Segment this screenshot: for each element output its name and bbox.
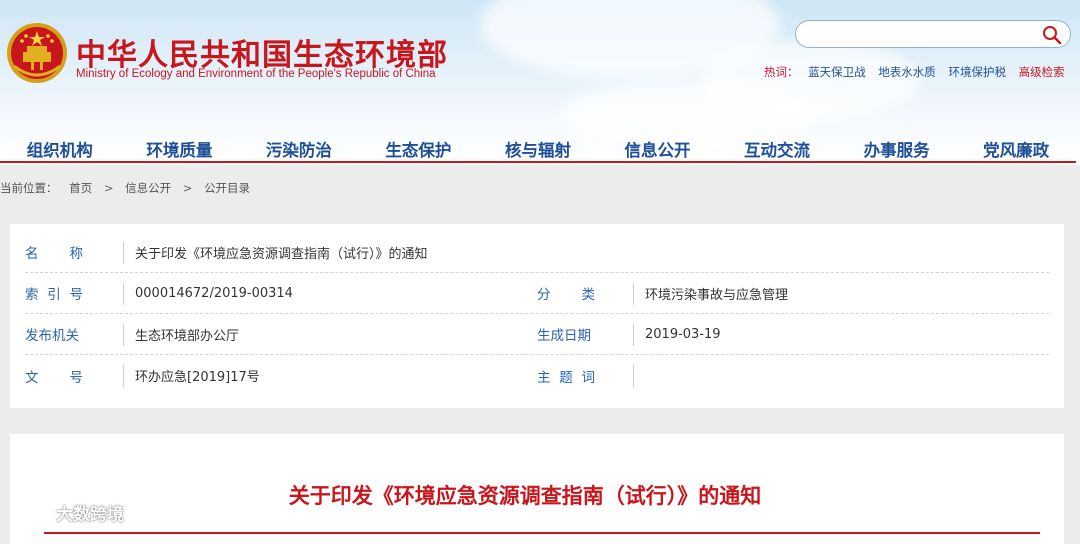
breadcrumb-separator: > bbox=[103, 181, 114, 195]
article-panel: 关于印发《环境应急资源调查指南（试行）》的通知 bbox=[10, 434, 1064, 544]
meta-value-date: 2019-03-19 bbox=[645, 326, 721, 342]
article-title-underline bbox=[44, 532, 1040, 534]
nav-item-pollution-control[interactable]: 污染防治 bbox=[266, 137, 332, 161]
nav-item-nuclear-radiation[interactable]: 核与辐射 bbox=[505, 137, 571, 161]
meta-value-name: 关于印发《环境应急资源调查指南（试行）》的通知 bbox=[135, 246, 428, 262]
meta-value-index: 000014672/2019-00314 bbox=[135, 285, 293, 301]
divider bbox=[633, 283, 634, 305]
search-input[interactable] bbox=[808, 24, 1040, 46]
hotwords-label: 热词： bbox=[764, 65, 799, 79]
meta-value-issuer: 生态环境部办公厅 bbox=[135, 328, 240, 344]
watermark-logo-icon bbox=[9, 503, 45, 522]
divider bbox=[123, 283, 124, 305]
nav-item-services[interactable]: 办事服务 bbox=[864, 137, 930, 161]
watermark-text: 大数跨境 bbox=[56, 505, 124, 525]
meta-value-category: 环境污染事故与应急管理 bbox=[645, 287, 789, 303]
document-metadata-panel: 名称 关于印发《环境应急资源调查指南（试行）》的通知 索引号 000014672… bbox=[10, 224, 1064, 408]
nav-divider bbox=[0, 161, 1076, 163]
divider bbox=[123, 365, 124, 387]
nav-item-ecology-protection[interactable]: 生态保护 bbox=[385, 137, 451, 161]
national-emblem-icon bbox=[7, 23, 67, 83]
breadcrumb-home[interactable]: 首页 bbox=[69, 181, 92, 195]
article-title: 关于印发《环境应急资源调查指南（试行）》的通知 bbox=[288, 484, 762, 508]
meta-label-name: 名称 bbox=[25, 246, 83, 262]
meta-label-index: 索引号 bbox=[25, 287, 83, 303]
hotword-link[interactable]: 地表水水质 bbox=[878, 65, 936, 79]
hotword-link[interactable]: 蓝天保卫战 bbox=[808, 65, 866, 79]
breadcrumb: 当前位置： 首页 > 信息公开 > 公开目录 bbox=[0, 180, 250, 196]
hotwords-bar: 热词： 蓝天保卫战 地表水水质 环境保护税 高级检索 bbox=[764, 64, 1065, 80]
search-icon[interactable] bbox=[1042, 25, 1062, 45]
meta-row-index: 索引号 000014672/2019-00314 分类 环境污染事故与应急管理 bbox=[25, 273, 1049, 314]
meta-label-category: 分类 bbox=[537, 287, 595, 303]
meta-row-doc-number: 文号 环办应急[2019]17号 主题词 bbox=[25, 355, 1049, 396]
meta-label-issuer: 发布机关 bbox=[25, 328, 79, 344]
nav-item-environment-quality[interactable]: 环境质量 bbox=[146, 137, 212, 161]
meta-label-date: 生成日期 bbox=[537, 328, 591, 344]
site-title-english: Ministry of Ecology and Environment of t… bbox=[76, 68, 436, 80]
main-nav: 组织机构 环境质量 污染防治 生态保护 核与辐射 信息公开 互动交流 办事服务 … bbox=[0, 135, 1076, 163]
nav-item-party-conduct[interactable]: 党风廉政 bbox=[983, 137, 1049, 161]
meta-row-name: 名称 关于印发《环境应急资源调查指南（试行）》的通知 bbox=[25, 232, 1049, 273]
site-header: 中华人民共和国生态环境部 Ministry of Ecology and Env… bbox=[0, 0, 1080, 165]
divider bbox=[123, 242, 124, 264]
divider bbox=[633, 365, 634, 387]
nav-item-info-disclosure[interactable]: 信息公开 bbox=[625, 137, 691, 161]
breadcrumb-prefix: 当前位置： bbox=[0, 181, 58, 195]
divider bbox=[633, 324, 634, 346]
nav-item-organization[interactable]: 组织机构 bbox=[27, 137, 93, 161]
divider bbox=[123, 324, 124, 346]
breadcrumb-info-disclosure[interactable]: 信息公开 bbox=[125, 181, 171, 195]
breadcrumb-catalog[interactable]: 公开目录 bbox=[204, 181, 250, 195]
nav-item-interaction[interactable]: 互动交流 bbox=[744, 137, 810, 161]
meta-label-doc-number: 文号 bbox=[25, 369, 83, 386]
watermark: 大数跨境 bbox=[8, 500, 124, 525]
meta-row-issuer: 发布机关 生态环境部办公厅 生成日期 2019-03-19 bbox=[25, 314, 1049, 355]
hotword-link[interactable]: 环境保护税 bbox=[948, 65, 1006, 79]
breadcrumb-separator: > bbox=[182, 181, 193, 195]
advanced-search-link[interactable]: 高级检索 bbox=[1019, 65, 1065, 79]
search-box bbox=[795, 20, 1071, 48]
meta-label-subject: 主题词 bbox=[537, 369, 595, 386]
meta-value-doc-number: 环办应急[2019]17号 bbox=[135, 370, 260, 385]
